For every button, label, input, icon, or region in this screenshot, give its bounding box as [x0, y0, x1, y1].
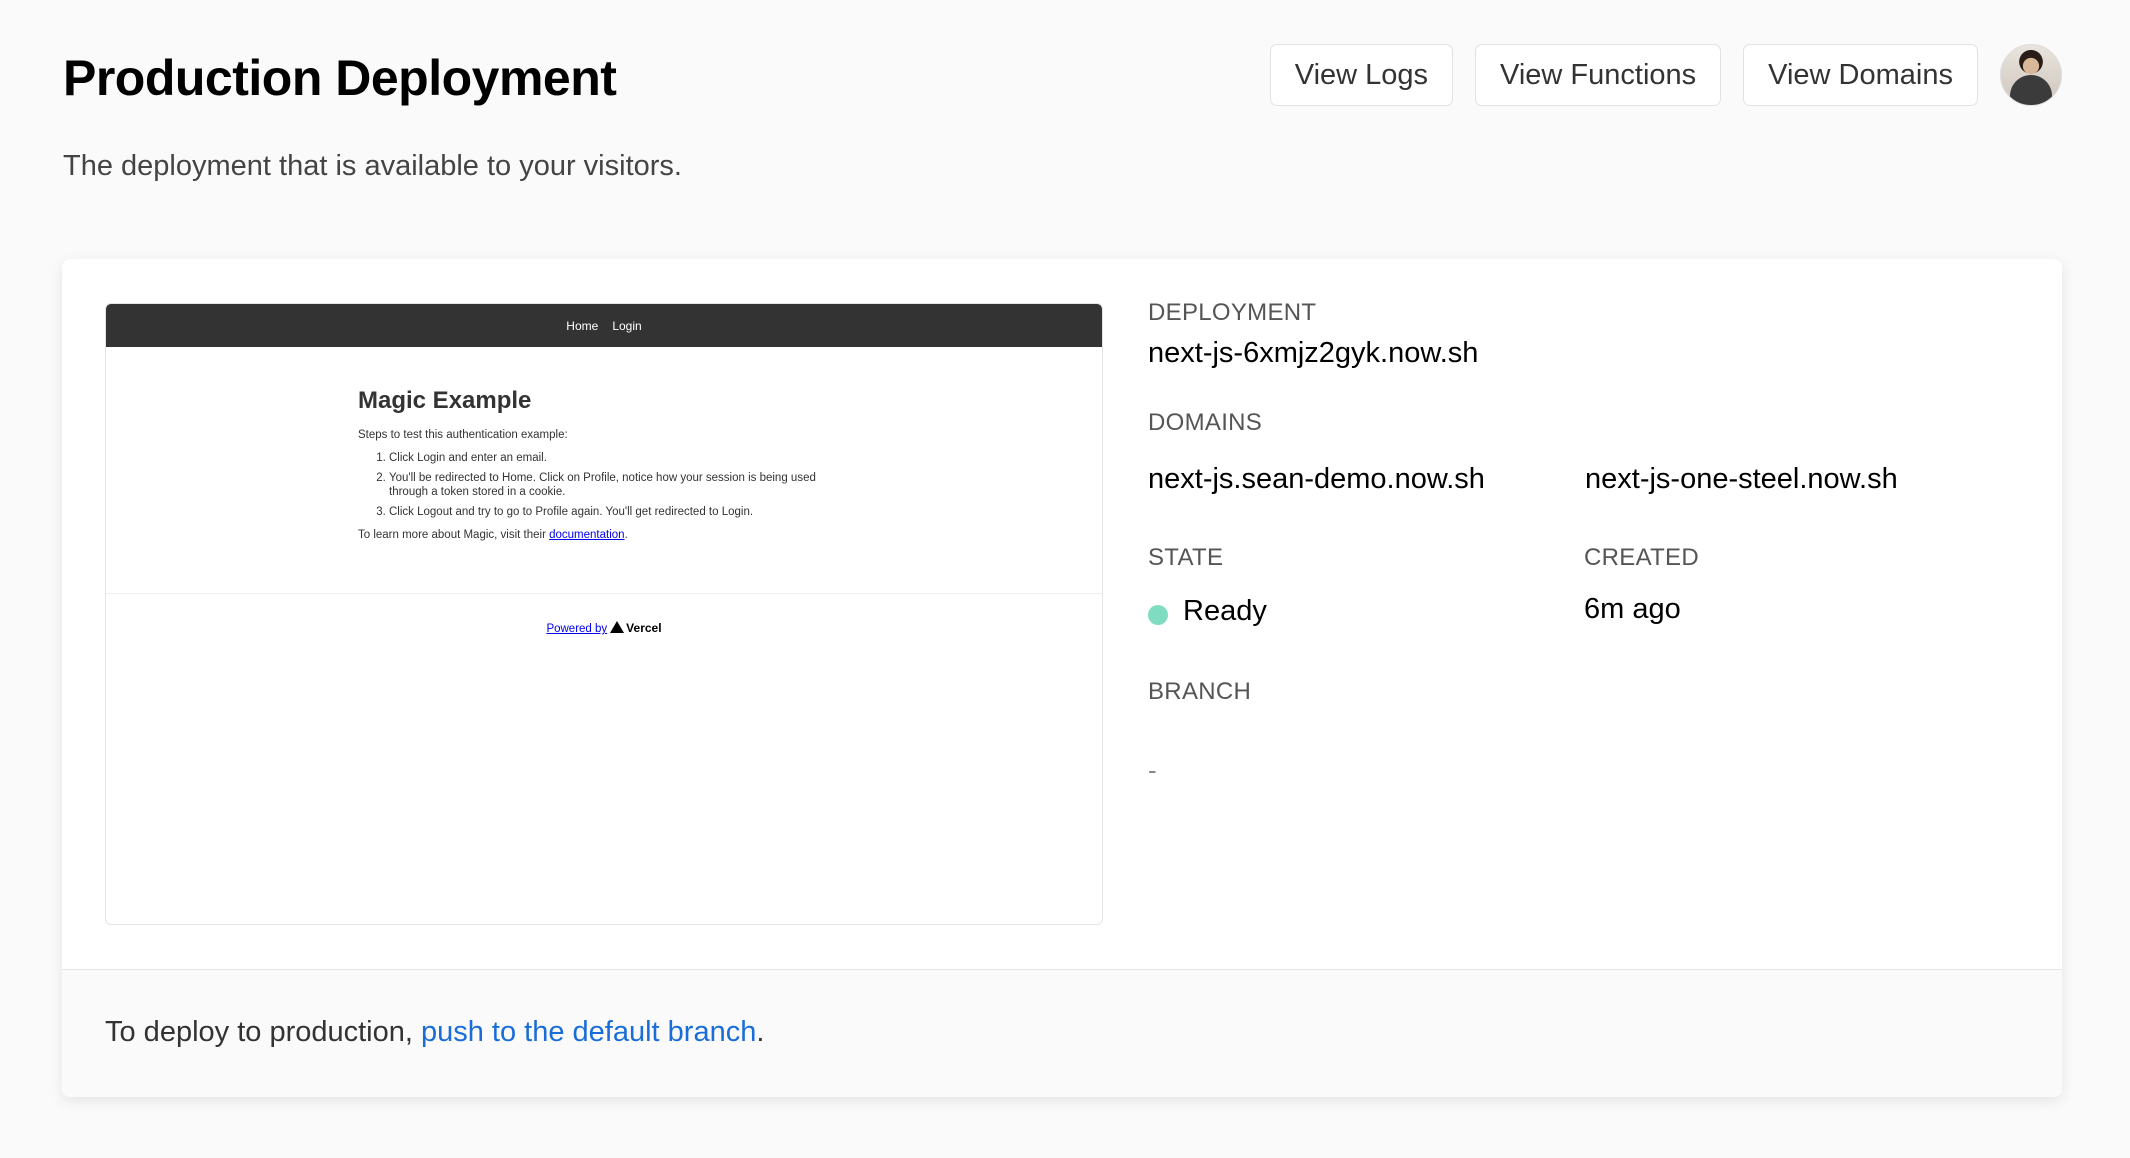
deployment-card-footer: To deploy to production, push to the def…	[62, 969, 2062, 1097]
page-title: Production Deployment	[63, 50, 617, 106]
preview-powered-by-link: Powered by	[546, 623, 607, 635]
domain-link[interactable]: next-js.sean-demo.now.sh	[1148, 463, 1485, 496]
preview-powered-by: Powered by Vercel	[106, 621, 1102, 635]
preview-learn-more: To learn more about Magic, visit their d…	[358, 529, 838, 541]
user-avatar[interactable]	[2000, 44, 2062, 106]
preview-nav: Home Login	[106, 304, 1102, 347]
branch-value: -	[1148, 755, 1157, 785]
preview-learn-suffix: .	[624, 529, 628, 541]
created-label: CREATED	[1584, 544, 1699, 571]
domains-label: DOMAINS	[1148, 409, 1263, 436]
preview-content: Magic Example Steps to test this authent…	[106, 347, 1102, 594]
preview-step: Click Logout and try to go to Profile ag…	[389, 505, 838, 519]
preview-title: Magic Example	[358, 387, 532, 414]
preview-intro: Steps to test this authentication exampl…	[358, 429, 568, 441]
view-domains-button[interactable]: View Domains	[1743, 44, 1978, 106]
deployment-card: Home Login Magic Example Steps to test t…	[62, 259, 2062, 1097]
preview-nav-login: Login	[612, 318, 642, 333]
deployment-label: DEPLOYMENT	[1148, 299, 1317, 326]
view-logs-button[interactable]: View Logs	[1269, 44, 1454, 106]
status-ready-dot-icon	[1148, 605, 1168, 625]
branch-label: BRANCH	[1148, 678, 1252, 705]
state-value: Ready	[1183, 595, 1267, 627]
push-default-branch-link[interactable]: push to the default branch	[421, 1016, 756, 1048]
vercel-logo-icon	[610, 621, 625, 633]
preview-step: You'll be redirected to Home. Click on P…	[389, 471, 838, 499]
preview-nav-home: Home	[566, 318, 599, 333]
created-value: 6m ago	[1584, 593, 1681, 625]
footer-text-prefix: To deploy to production,	[105, 1016, 421, 1048]
footer-text: To deploy to production, push to the def…	[105, 1016, 764, 1049]
vercel-wordmark: Vercel	[626, 621, 662, 635]
state-label: STATE	[1148, 544, 1224, 571]
view-functions-button[interactable]: View Functions	[1475, 44, 1722, 106]
header-actions: View Logs View Functions View Domains	[1269, 44, 2062, 106]
deployment-card-body: Home Login Magic Example Steps to test t…	[62, 259, 2062, 969]
deployment-url[interactable]: next-js-6xmjz2gyk.now.sh	[1148, 337, 1478, 370]
preview-documentation-link: documentation	[549, 529, 625, 541]
preview-body: Magic Example Steps to test this authent…	[358, 387, 838, 551]
powered-by-text: Powered by	[546, 623, 608, 635]
preview-learn-prefix: To learn more about Magic, visit their	[358, 529, 550, 541]
footer-text-suffix: .	[756, 1016, 765, 1048]
preview-step: Click Login and enter an email.	[389, 451, 838, 465]
preview-steps: Click Login and enter an email. You'll b…	[358, 451, 838, 519]
domain-link[interactable]: next-js-one-steel.now.sh	[1585, 463, 1898, 496]
deployment-preview[interactable]: Home Login Magic Example Steps to test t…	[105, 303, 1103, 925]
page-subtitle: The deployment that is available to your…	[63, 150, 682, 182]
